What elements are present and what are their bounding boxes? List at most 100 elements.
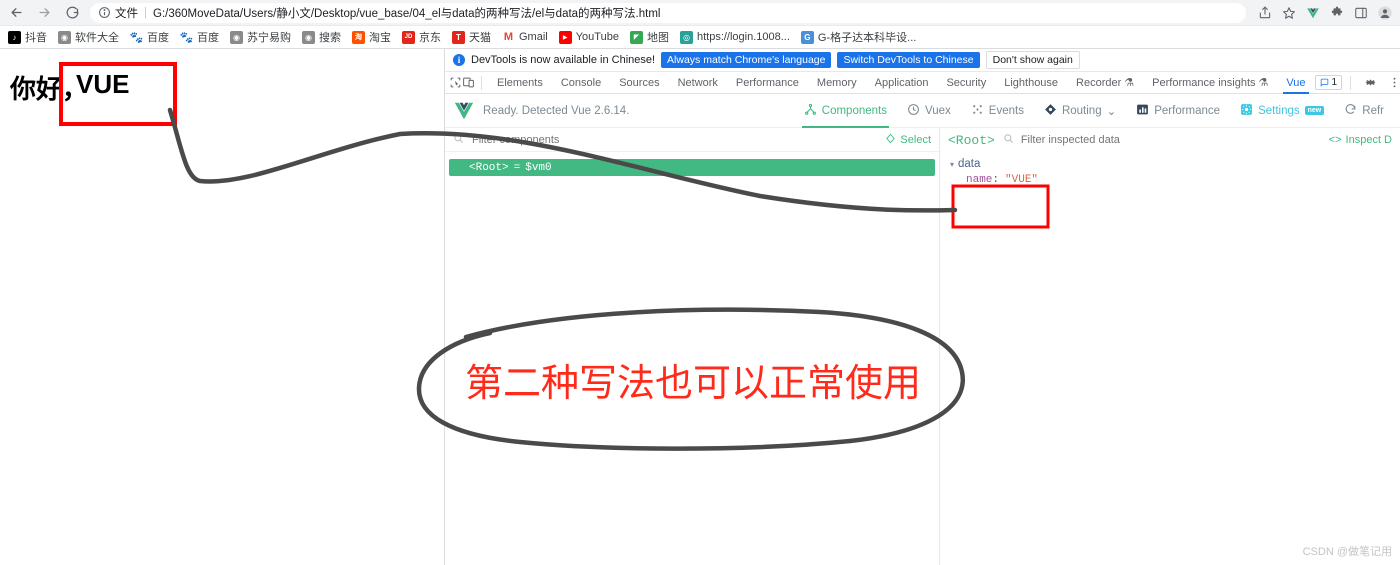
forward-button[interactable] — [32, 1, 56, 25]
jd-icon: JD — [402, 30, 415, 44]
vue-panel-header: Ready. Detected Vue 2.6.14. Components V… — [445, 94, 1400, 128]
tmall-icon: T — [452, 30, 465, 44]
extensions-puzzle-icon[interactable] — [1326, 2, 1348, 24]
issues-badge[interactable]: 1 — [1314, 75, 1343, 90]
globe-icon: G — [800, 30, 814, 44]
vue-nav-routing-label: Routing — [1061, 104, 1102, 117]
caret-down-icon[interactable]: ▾ — [950, 160, 954, 169]
devtools-language-notice: i DevTools is now available in Chinese! … — [445, 49, 1400, 72]
bookmark-item[interactable]: 🐾 百度 — [180, 29, 219, 45]
gmail-icon: M — [502, 30, 515, 44]
tab-sources[interactable]: Sources — [610, 72, 668, 94]
tab-memory[interactable]: Memory — [808, 72, 866, 94]
bookmark-item[interactable]: M Gmail — [502, 30, 548, 44]
gear-icon[interactable] — [1359, 72, 1381, 94]
site-info-icon[interactable] — [98, 6, 111, 19]
globe-icon: ◉ — [230, 30, 243, 44]
tab-console[interactable]: Console — [552, 72, 610, 94]
tab-application[interactable]: Application — [866, 72, 938, 94]
bookmark-item[interactable]: ♪ 抖音 — [8, 29, 47, 45]
always-match-language-button[interactable]: Always match Chrome's language — [661, 52, 832, 68]
component-eq: = — [513, 161, 521, 174]
bookmark-item[interactable]: ▶ YouTube — [558, 30, 619, 44]
kebab-menu-icon[interactable] — [1383, 72, 1400, 94]
vue-panel-body: Select <Root> = $vm0 <Root> — [445, 128, 1400, 565]
component-vm-ref: $vm0 — [525, 161, 552, 174]
tab-performance-insights[interactable]: Performance insights ⚗ — [1143, 72, 1277, 94]
bookmark-item[interactable]: JD 京东 — [402, 29, 441, 45]
vue-extension-icon[interactable] — [1302, 2, 1324, 24]
switch-to-chinese-button[interactable]: Switch DevTools to Chinese — [837, 52, 980, 68]
chevron-down-icon[interactable]: ⌄ — [1107, 104, 1117, 118]
data-group-name: data — [958, 158, 981, 170]
vue-nav-components-label: Components — [821, 104, 887, 117]
inspect-element-icon[interactable] — [449, 72, 462, 94]
vue-nav-performance-label: Performance — [1154, 104, 1221, 117]
bookmark-item[interactable]: ◎ https://login.1008... — [679, 30, 790, 44]
vue-nav-refresh[interactable]: Refr — [1334, 94, 1394, 128]
omnibox-divider: | — [144, 6, 147, 19]
dont-show-again-button[interactable]: Don't show again — [985, 51, 1080, 69]
bookmarks-bar: ♪ 抖音 ◉ 软件大全 🐾 百度 🐾 百度 ◉ 苏宁易购 ◉ 搜索 淘淘宝 JD 京东 T 天猫… — [0, 26, 1400, 49]
select-component-button[interactable]: Select — [885, 133, 931, 147]
share-icon[interactable] — [1254, 2, 1276, 24]
bookmark-item[interactable]: ◉ 苏宁易购 — [230, 29, 291, 45]
baidu-icon: 🐾 — [129, 30, 144, 44]
select-label: Select — [900, 133, 931, 146]
bookmark-item[interactable]: ◉ 搜索 — [302, 29, 341, 45]
bookmark-item[interactable]: ◉ 软件大全 — [58, 29, 119, 45]
taobao-icon: 淘 — [352, 30, 365, 44]
bookmark-item[interactable]: 淘淘宝 — [352, 29, 391, 45]
bookmark-item[interactable]: 🐾 百度 — [130, 29, 169, 45]
new-badge: new — [1304, 106, 1325, 115]
side-panel-icon[interactable] — [1350, 2, 1372, 24]
vue-nav-settings[interactable]: Settings new — [1230, 94, 1334, 128]
vuex-clock-icon — [907, 103, 920, 119]
vue-nav-routing[interactable]: Routing ⌄ — [1034, 94, 1126, 128]
annotation-note-text: 第二种写法也可以正常使用 — [465, 361, 922, 405]
bookmark-star-icon[interactable] — [1278, 2, 1300, 24]
tab-performance[interactable]: Performance — [727, 72, 808, 94]
address-bar[interactable]: 文件 | G:/360MoveData/Users/静小文/Desktop/vu… — [90, 2, 1246, 23]
select-target-icon — [885, 133, 896, 147]
inspected-data-toolbar: <Root> <> Inspect D — [940, 128, 1400, 152]
vue-logo-icon — [451, 98, 477, 124]
bookmark-label: 软件大全 — [75, 32, 119, 44]
tab-vue[interactable]: Vue — [1277, 72, 1314, 94]
vue-nav-vuex[interactable]: Vuex — [897, 94, 961, 128]
component-filter-wrap — [453, 131, 886, 149]
tab-security[interactable]: Security — [937, 72, 995, 94]
data-entry-row[interactable]: name: "VUE" — [940, 174, 1400, 186]
back-button[interactable] — [4, 1, 28, 25]
vue-nav-performance[interactable]: Performance — [1126, 94, 1230, 128]
routing-diamond-icon — [1044, 103, 1057, 119]
inspect-dom-button[interactable]: <> Inspect D — [1329, 134, 1392, 146]
bookmark-item[interactable]: T 天猫 — [452, 29, 491, 45]
vue-nav-events[interactable]: Events — [961, 94, 1034, 128]
bookmark-label: 百度 — [147, 32, 169, 44]
inspected-filter-input[interactable] — [1018, 133, 1321, 147]
tab-lighthouse[interactable]: Lighthouse — [995, 72, 1067, 94]
notice-message: DevTools is now available in Chinese! — [471, 54, 656, 66]
profile-icon[interactable] — [1374, 2, 1396, 24]
reload-button[interactable] — [60, 1, 84, 25]
refresh-icon — [1344, 103, 1357, 119]
device-toolbar-icon[interactable] — [462, 72, 475, 94]
component-tree-row-root[interactable]: <Root> = $vm0 — [449, 159, 935, 176]
component-filter-input[interactable] — [470, 132, 886, 147]
bookmark-item[interactable]: ◤ 地图 — [629, 29, 669, 45]
tab-network[interactable]: Network — [669, 72, 727, 94]
screenshot-root: 文件 | G:/360MoveData/Users/静小文/Desktop/vu… — [0, 0, 1400, 565]
settings-gear-icon — [1240, 103, 1253, 119]
bookmark-label: 搜索 — [319, 32, 341, 44]
bookmark-item[interactable]: G G-格子达本科毕设... — [800, 29, 916, 45]
vue-nav: Components Vuex Events Routing ⌄ Perform… — [794, 94, 1394, 128]
search-icon — [453, 131, 464, 149]
tab-elements[interactable]: Elements — [488, 72, 552, 94]
vue-nav-components[interactable]: Components — [794, 94, 897, 128]
component-tree-toolbar: Select — [445, 128, 939, 152]
tab-performance-insights-label: Performance insights — [1152, 76, 1256, 89]
tab-recorder[interactable]: Recorder ⚗ — [1067, 72, 1143, 94]
watermark-text: CSDN @做笔记用 — [1302, 546, 1392, 558]
data-group-header[interactable]: ▾ data — [940, 158, 1400, 170]
